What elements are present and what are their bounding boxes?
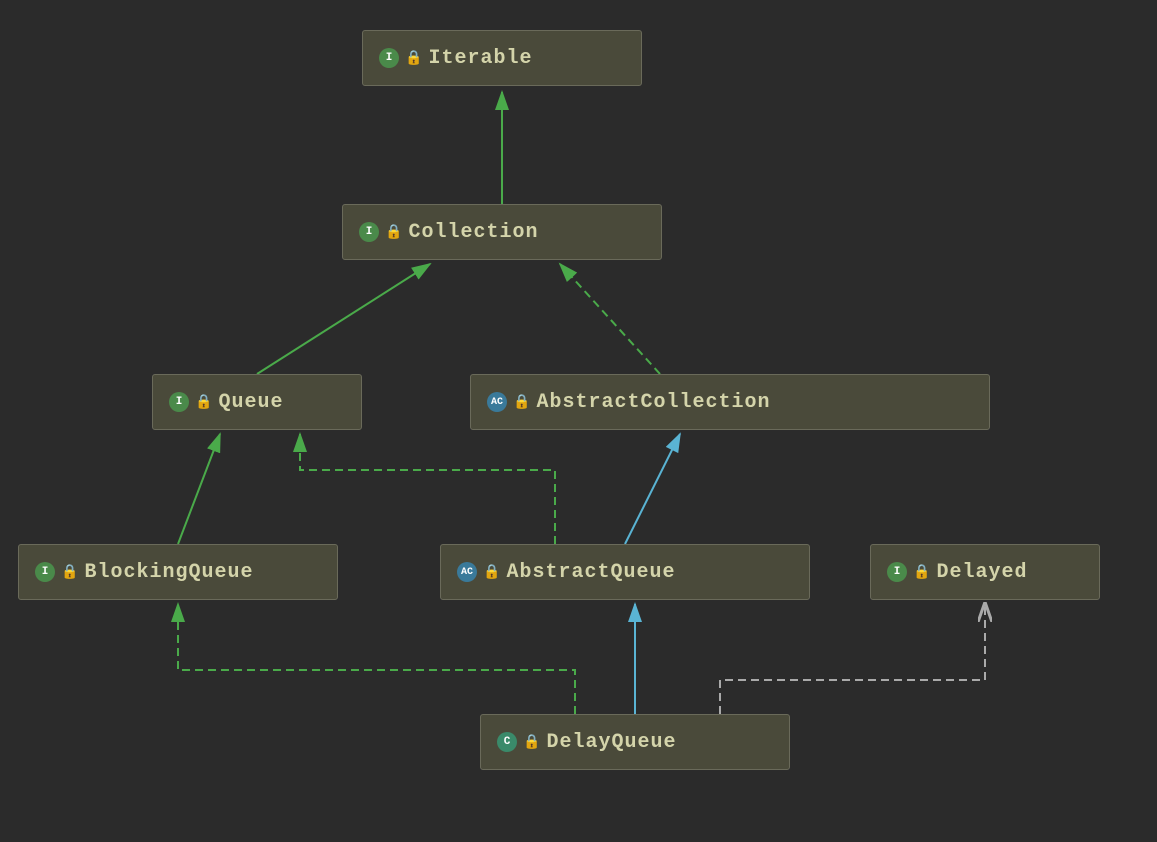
label-iterable: Iterable [428,47,532,70]
node-abstractcollection[interactable]: AC 🔒 AbstractCollection [470,374,990,430]
lock-iterable: 🔒 [405,50,422,67]
label-collection: Collection [408,221,538,244]
lock-abstractcollection: 🔒 [513,394,530,411]
badge-blockingqueue: I [35,562,55,582]
badge-delayqueue: C [497,732,517,752]
lock-blockingqueue: 🔒 [61,564,78,581]
lock-collection: 🔒 [385,224,402,241]
badge-iterable: I [379,48,399,68]
label-queue: Queue [218,391,283,414]
badge-collection: I [359,222,379,242]
badge-queue: I [169,392,189,412]
node-abstractqueue[interactable]: AC 🔒 AbstractQueue [440,544,810,600]
label-delayed: Delayed [936,561,1027,584]
lock-queue: 🔒 [195,394,212,411]
node-collection[interactable]: I 🔒 Collection [342,204,662,260]
diagram-container: I 🔒 Iterable I 🔒 Collection I 🔒 Queue AC… [0,0,1157,842]
node-delayqueue[interactable]: C 🔒 DelayQueue [480,714,790,770]
node-blockingqueue[interactable]: I 🔒 BlockingQueue [18,544,338,600]
lock-delayqueue: 🔒 [523,734,540,751]
node-iterable[interactable]: I 🔒 Iterable [362,30,642,86]
node-queue[interactable]: I 🔒 Queue [152,374,362,430]
lock-abstractqueue: 🔒 [483,564,500,581]
label-abstractcollection: AbstractCollection [536,391,770,414]
label-abstractqueue: AbstractQueue [506,561,675,584]
label-delayqueue: DelayQueue [546,731,676,754]
lock-delayed: 🔒 [913,564,930,581]
badge-delayed: I [887,562,907,582]
label-blockingqueue: BlockingQueue [84,561,253,584]
node-delayed[interactable]: I 🔒 Delayed [870,544,1100,600]
badge-abstractcollection: AC [487,392,507,412]
badge-abstractqueue: AC [457,562,477,582]
